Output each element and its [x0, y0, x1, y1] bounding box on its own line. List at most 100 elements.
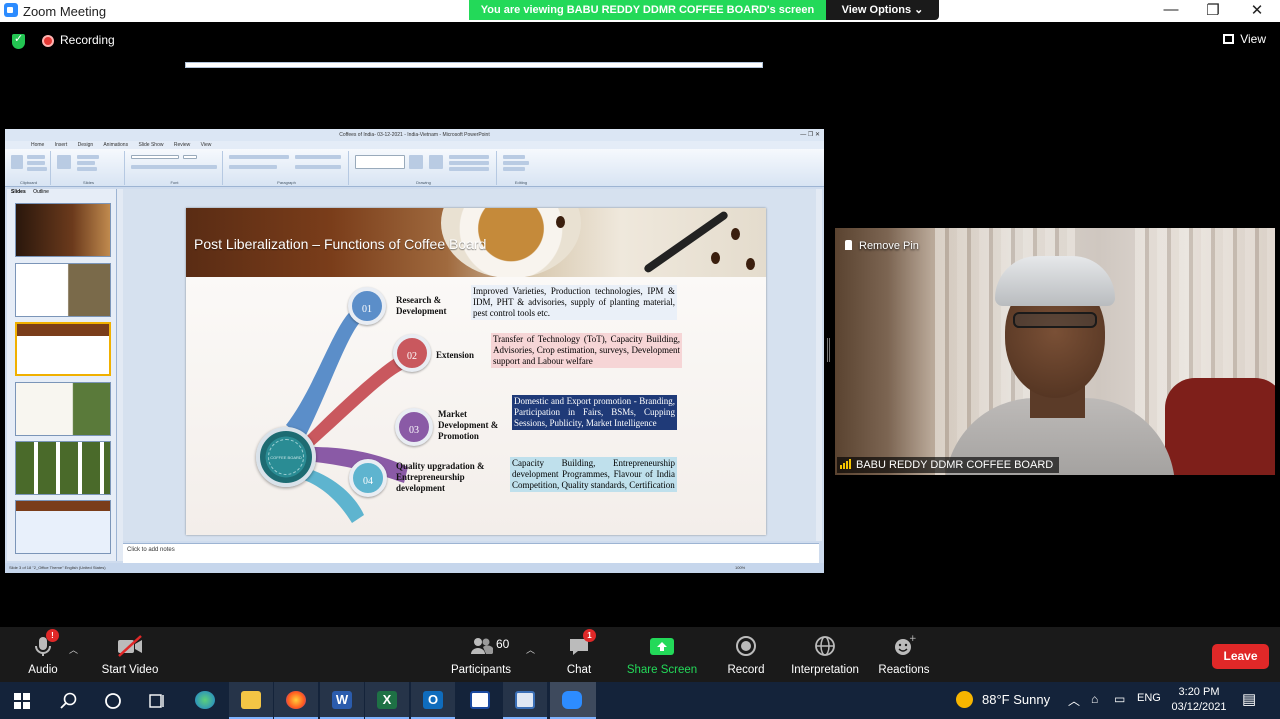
restore-icon[interactable]: ❐ — [1198, 1, 1228, 19]
view-button[interactable]: View — [1223, 32, 1266, 46]
view-options-label: View Options — [841, 4, 912, 16]
ribbon-group-drawing: Drawing — [351, 151, 497, 185]
firefox-icon — [286, 691, 306, 709]
start-button[interactable] — [0, 682, 44, 719]
slide-header-image: Post Liberalization – Functions of Coffe… — [186, 208, 766, 278]
tray-overflow-chevron-icon[interactable]: ︿ — [1068, 692, 1080, 709]
taskbar-app-powerpoint[interactable] — [503, 682, 547, 719]
clock-date: 03/12/2021 — [1171, 701, 1227, 713]
slide-thumbnail-selected[interactable] — [15, 322, 111, 376]
function-label-01: Research & Development — [396, 295, 447, 316]
recording-icon — [42, 35, 54, 47]
audio-button[interactable]: ! Audio — [26, 629, 60, 676]
task-view-button[interactable] — [135, 682, 179, 719]
cortana-circle-icon — [105, 693, 121, 709]
clock-time: 3:20 PM — [1178, 686, 1220, 698]
arm-01 — [286, 307, 361, 439]
pinned-video-tile[interactable]: Remove Pin BABU REDDY DDMR COFFEE BOARD — [835, 228, 1275, 475]
audio-options-caret-icon[interactable]: ︿ — [69, 643, 78, 656]
ppt-tab: Slide Show — [138, 142, 164, 148]
weather-text: 88°F Sunny — [982, 692, 1051, 707]
reactions-button[interactable]: + Reactions — [878, 633, 930, 676]
record-button[interactable]: Record — [726, 633, 766, 676]
ribbon-group-font: Font — [127, 151, 223, 185]
slide-thumbnail[interactable] — [15, 203, 111, 257]
view-options-button[interactable]: View Options ⌄ — [826, 0, 939, 20]
coffee-bean-image — [746, 258, 755, 270]
coffee-bean-image — [556, 216, 565, 228]
cortana-button[interactable] — [90, 682, 134, 719]
taskbar-app-excel[interactable]: X — [365, 682, 409, 719]
taskbar-app-word[interactable]: W — [320, 682, 364, 719]
search-button[interactable] — [46, 682, 90, 719]
notifications-icon[interactable]: ▤ — [1242, 690, 1256, 708]
participants-icon: 60 — [450, 633, 512, 659]
chat-button[interactable]: 1 Chat — [563, 629, 596, 676]
zoom-window: Zoom Meeting You are viewing BABU REDDY … — [0, 0, 1280, 719]
participant-cap — [995, 256, 1115, 306]
taskbar-app-nic[interactable] — [458, 682, 502, 719]
title-bar: Zoom Meeting You are viewing BABU REDDY … — [0, 0, 1280, 22]
start-video-button[interactable]: Start Video — [100, 633, 160, 676]
ribbon-group-editing: Editing — [499, 151, 543, 185]
chevron-down-icon: ⌄ — [914, 4, 924, 16]
file-explorer-icon — [241, 691, 261, 709]
interpretation-label: Interpretation — [791, 664, 859, 676]
task-view-icon — [149, 694, 164, 708]
participant-name-tag: BABU REDDY DDMR COFFEE BOARD — [837, 457, 1060, 474]
function-label-02: Extension — [436, 350, 475, 360]
interpretation-button[interactable]: Interpretation — [790, 633, 860, 676]
shield-icon[interactable] — [12, 32, 25, 49]
slide-thumbnail[interactable] — [15, 500, 111, 554]
zoom-app-icon — [4, 3, 18, 17]
remove-pin-button[interactable]: Remove Pin — [845, 240, 919, 252]
minimize-icon[interactable]: — — [1156, 1, 1186, 18]
pane-tab-slides[interactable]: Slides — [11, 189, 26, 195]
participants-options-caret-icon[interactable]: ︿ — [526, 643, 535, 656]
coffee-board-logo: COFFEE BOARD — [256, 427, 316, 487]
thumbnail-pane-tabs: Slides Outline — [7, 189, 116, 196]
window-title: Zoom Meeting — [23, 4, 107, 19]
ppt-status-bar: Slide 3 of 18 "2_Office Theme" English (… — [5, 563, 824, 573]
taskbar-app-outlook[interactable]: O — [411, 682, 455, 719]
language-indicator[interactable]: ENG — [1137, 692, 1161, 704]
svg-text:+: + — [909, 634, 916, 644]
signal-strength-icon — [840, 458, 852, 474]
taskbar-app-firefox[interactable] — [274, 682, 318, 719]
notes-pane[interactable]: Click to add notes — [123, 543, 819, 563]
meeting-controls: ! Audio ︿ Start Video 60 Participants ︿ … — [0, 627, 1280, 682]
share-screen-button[interactable]: Share Screen — [626, 633, 698, 676]
slide-thumbnail[interactable] — [15, 441, 111, 495]
search-icon — [60, 692, 77, 709]
ppt-tab: Home — [31, 142, 45, 148]
network-icon[interactable]: ⌂ — [1091, 692, 1098, 706]
participants-label: Participants — [450, 664, 512, 676]
split-resize-handle[interactable] — [827, 338, 830, 362]
ppt-zoom-level: 100% — [735, 565, 746, 570]
slide-body: COFFEE BOARD 01 Research & Development I… — [186, 277, 766, 535]
leave-button[interactable]: Leave — [1212, 644, 1269, 669]
taskbar-app-edge[interactable] — [183, 682, 227, 719]
chat-badge: 1 — [583, 629, 596, 642]
function-desc-01: Improved Varieties, Production technolog… — [471, 285, 677, 320]
participants-button[interactable]: 60 Participants — [450, 633, 512, 676]
display-icon[interactable]: ▭ — [1114, 692, 1125, 706]
video-off-icon — [100, 633, 160, 659]
taskbar-app-zoom[interactable] — [550, 682, 596, 719]
weather-widget[interactable]: 88°F Sunny — [956, 691, 1050, 708]
function-number-01: 01 — [348, 287, 386, 325]
slide-thumbnail[interactable] — [15, 263, 111, 317]
microphone-icon: ! — [26, 629, 60, 659]
slide-scrollbar[interactable] — [816, 189, 822, 541]
logo-text: COFFEE BOARD — [268, 439, 304, 475]
pane-tab-outline[interactable]: Outline — [33, 189, 49, 195]
ppt-title-bar: Coffees of India- 03-12-2021 - India-Vie… — [5, 129, 824, 141]
taskbar-app-explorer[interactable] — [229, 682, 273, 719]
slide-thumbnail[interactable] — [15, 382, 111, 436]
start-video-label: Start Video — [101, 664, 159, 676]
system-clock[interactable]: 3:20 PM 03/12/2021 — [1168, 685, 1230, 715]
zoom-taskbar-icon — [562, 691, 582, 709]
close-icon[interactable]: ✕ — [1242, 1, 1272, 19]
ppt-tab: Design — [77, 142, 94, 148]
excel-icon: X — [377, 691, 397, 709]
